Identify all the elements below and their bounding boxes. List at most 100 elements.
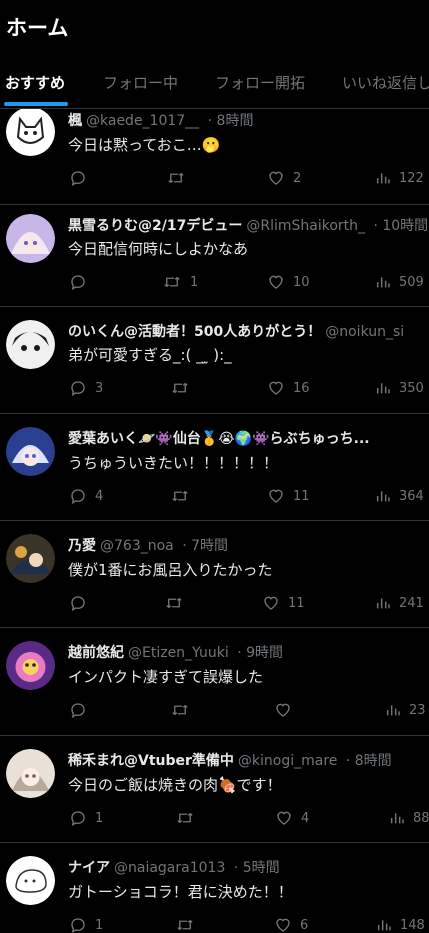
reply-button[interactable] xyxy=(69,593,95,613)
like-count: 10 xyxy=(293,274,310,290)
reply-icon xyxy=(69,594,87,612)
reply-icon xyxy=(69,701,87,719)
user-handle[interactable]: @noikun_si xyxy=(325,324,404,340)
user-handle[interactable]: @RlimShaikorth_ xyxy=(246,218,365,234)
retweet-button[interactable] xyxy=(166,168,194,188)
timestamp[interactable]: · 7時間 xyxy=(182,538,228,554)
avatar[interactable] xyxy=(6,749,55,798)
views-button[interactable]: 364 xyxy=(375,486,424,506)
tweet[interactable]: 乃愛 @763_noa · 7時間 僕が1番にお風呂入りたかった 11 241 xyxy=(0,521,429,628)
tweet-actions: 1 10 509 xyxy=(68,272,429,294)
page-title: ホーム xyxy=(6,16,69,40)
reply-count: 3 xyxy=(95,380,104,396)
timeline-feed: 楓 @kaede_1017__ · 8時間 今日は黙っておこ…🫢 2 122 黒雪… xyxy=(0,109,429,933)
views-button[interactable]: 88 xyxy=(389,808,429,828)
like-button[interactable]: 11 xyxy=(262,593,305,613)
tweet[interactable]: 愛葉あいく🪐👾仙台🥇😭🌍👾らぶちゅっち... うちゅういきたい！！！！！！ 4 … xyxy=(0,414,429,521)
tab-following[interactable]: フォロー中 xyxy=(103,72,178,93)
retweet-button[interactable] xyxy=(164,593,192,613)
timestamp[interactable]: · 8時間 xyxy=(346,753,392,769)
retweet-button[interactable] xyxy=(170,700,198,720)
views-button[interactable]: 509 xyxy=(375,272,424,292)
tweet[interactable]: ナイア @naiagara1013 · 5時間 ガトーショコラ！君に決めた！！ 1… xyxy=(0,843,429,933)
reply-button[interactable]: 1 xyxy=(69,915,103,933)
bar-chart-icon xyxy=(389,809,405,827)
tweet-actions: 1 6 148 xyxy=(68,915,429,933)
tab-recommended[interactable]: おすすめ xyxy=(5,72,65,93)
avatar[interactable] xyxy=(6,320,55,369)
active-tab-indicator xyxy=(4,102,68,106)
avatar[interactable] xyxy=(6,214,55,263)
heart-icon xyxy=(267,273,285,291)
view-count: 122 xyxy=(399,170,424,186)
heart-icon xyxy=(267,169,285,187)
avatar[interactable] xyxy=(6,534,55,583)
display-name[interactable]: ナイア xyxy=(68,860,110,876)
reply-button[interactable]: 4 xyxy=(69,486,103,506)
avatar[interactable] xyxy=(6,856,55,905)
tweet[interactable]: 楓 @kaede_1017__ · 8時間 今日は黙っておこ…🫢 2 122 xyxy=(0,109,429,205)
tweet[interactable]: 黒雪るりむ@2/17デビュー @RlimShaikorth_ · 10時間 今日配… xyxy=(0,205,429,307)
views-button[interactable]: 241 xyxy=(375,593,424,613)
avatar[interactable] xyxy=(6,427,55,476)
user-handle[interactable]: @kaede_1017__ xyxy=(86,113,199,129)
views-button[interactable]: 148 xyxy=(376,915,425,933)
retweet-button[interactable] xyxy=(170,486,198,506)
tab-like-reply[interactable]: いいね返信し xyxy=(342,72,429,93)
like-count: 11 xyxy=(293,488,310,504)
display-name[interactable]: 愛葉あいく🪐👾仙台🥇😭🌍👾らぶちゅっち... xyxy=(68,431,370,447)
reply-icon xyxy=(69,273,87,291)
retweet-count: 1 xyxy=(190,274,199,290)
like-button[interactable]: 2 xyxy=(267,168,301,188)
display-name[interactable]: 楓 xyxy=(68,113,82,129)
display-name[interactable]: 越前悠紀 xyxy=(68,645,124,661)
reply-button[interactable] xyxy=(69,168,95,188)
user-handle[interactable]: @kinogi_mare xyxy=(238,753,338,769)
tab-follow-explore[interactable]: フォロー開拓 xyxy=(215,72,305,93)
tweet-header: 愛葉あいく🪐👾仙台🥇😭🌍👾らぶちゅっち... xyxy=(68,428,370,448)
tweet[interactable]: 稀禾まれ@Vtuber準備中 @kinogi_mare · 8時間 今日のご飯は焼… xyxy=(0,736,429,843)
tweet-text: 今日は黙っておこ…🫢 xyxy=(68,136,221,154)
heart-icon xyxy=(262,594,280,612)
display-name[interactable]: 稀禾まれ@Vtuber準備中 xyxy=(68,753,234,769)
display-name[interactable]: のいくん@活動者！500人ありがとう！ xyxy=(68,324,321,340)
timestamp[interactable]: · 9時間 xyxy=(237,645,283,661)
display-name[interactable]: 乃愛 xyxy=(68,538,96,554)
like-button[interactable]: 10 xyxy=(267,272,310,292)
user-handle[interactable]: @763_noa xyxy=(100,538,174,554)
retweet-button[interactable] xyxy=(175,808,203,828)
views-button[interactable]: 350 xyxy=(375,378,424,398)
retweet-button[interactable]: 1 xyxy=(162,272,198,292)
reply-button[interactable] xyxy=(69,272,95,292)
views-button[interactable]: 23 xyxy=(385,700,426,720)
tweet[interactable]: 越前悠紀 @Etizen_Yuuki · 9時間 インパクト凄すぎて誤爆した 23 xyxy=(0,628,429,736)
user-handle[interactable]: @naiagara1013 xyxy=(114,860,225,876)
display-name[interactable]: 黒雪るりむ@2/17デビュー xyxy=(68,218,242,234)
like-button[interactable]: 16 xyxy=(267,378,310,398)
timestamp[interactable]: · 8時間 xyxy=(208,113,254,129)
retweet-button[interactable] xyxy=(170,378,198,398)
reply-button[interactable] xyxy=(69,700,95,720)
bar-chart-icon xyxy=(375,487,391,505)
like-button[interactable] xyxy=(274,700,300,720)
like-button[interactable]: 11 xyxy=(267,486,310,506)
retweet-icon xyxy=(170,487,190,505)
reply-button[interactable]: 1 xyxy=(69,808,103,828)
timestamp[interactable]: · 10時間 xyxy=(373,218,428,234)
reply-button[interactable]: 3 xyxy=(69,378,103,398)
avatar[interactable] xyxy=(6,109,55,156)
tweet[interactable]: のいくん@活動者！500人ありがとう！ @noikun_si 弟が可愛すぎる_:(… xyxy=(0,307,429,414)
avatar[interactable] xyxy=(6,641,55,690)
heart-icon xyxy=(275,809,293,827)
views-button[interactable]: 122 xyxy=(375,168,424,188)
reply-count: 1 xyxy=(95,917,104,933)
user-handle[interactable]: @Etizen_Yuuki xyxy=(128,645,229,661)
tweet-actions: 1 4 88 xyxy=(68,808,429,830)
tweet-actions: 11 241 xyxy=(68,593,429,615)
like-button[interactable]: 4 xyxy=(275,808,309,828)
like-button[interactable]: 6 xyxy=(274,915,308,933)
timestamp[interactable]: · 5時間 xyxy=(234,860,280,876)
retweet-button[interactable] xyxy=(175,915,203,933)
reply-icon xyxy=(69,379,87,397)
heart-icon xyxy=(274,916,292,933)
